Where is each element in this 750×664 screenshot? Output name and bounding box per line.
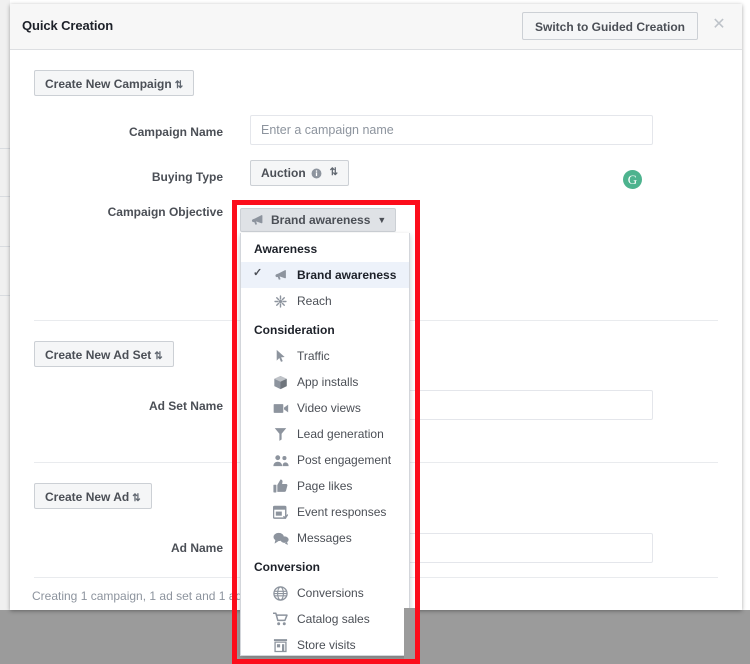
check-icon: ✓	[253, 267, 263, 279]
globe-icon	[272, 585, 289, 601]
background-rule	[0, 295, 10, 296]
megaphone-icon	[272, 269, 289, 281]
create-new-ad-set-label: Create New Ad Set	[45, 348, 152, 362]
background-rule	[0, 246, 10, 247]
create-new-ad-button[interactable]: Create New Ad ⇅	[34, 483, 152, 509]
ad-name-label: Ad Name	[170, 541, 223, 555]
scrollbar-thumb[interactable]	[404, 608, 416, 664]
dropdown-item-label: Conversions	[297, 586, 364, 600]
campaign-name-label: Campaign Name	[128, 125, 223, 139]
campaign-objective-value: Brand awareness	[271, 213, 371, 227]
create-new-ad-label: Create New Ad	[45, 490, 130, 504]
dropdown-item-label: Store visits	[297, 638, 356, 652]
dropdown-item-label: Brand awareness	[297, 268, 397, 282]
create-new-ad-set-button[interactable]: Create New Ad Set ⇅	[34, 341, 174, 367]
background-rule	[0, 148, 10, 149]
dropdown-item-conversions[interactable]: Conversions	[241, 580, 409, 606]
thumbs-up-icon	[272, 479, 289, 493]
calendar-icon	[272, 505, 289, 520]
campaign-objective-dropdown[interactable]: Awareness ✓ Brand awareness Reach Considerat…	[240, 233, 410, 656]
dropdown-group-header: Conversion	[254, 560, 321, 574]
cursor-arrow-icon	[272, 349, 289, 363]
dropdown-group-header: Consideration	[254, 323, 335, 337]
megaphone-icon	[250, 214, 264, 226]
reach-burst-icon	[272, 294, 289, 309]
dropdown-item-post-engagement[interactable]: Post engagement	[241, 447, 409, 473]
dropdown-item-traffic[interactable]: Traffic	[241, 343, 409, 369]
dropdown-item-label: Lead generation	[297, 427, 384, 441]
page-title: Quick Creation	[22, 18, 114, 33]
ad-set-name-label: Ad Set Name	[148, 399, 223, 413]
dropdown-item-label: Event responses	[297, 505, 387, 519]
close-icon[interactable]: ✕	[710, 16, 728, 34]
shopping-cart-icon	[272, 612, 289, 626]
grammarly-icon[interactable]: G	[623, 170, 642, 189]
campaign-name-input[interactable]	[250, 115, 653, 145]
dropdown-item-label: Messages	[297, 531, 352, 545]
modal-header: Quick Creation Switch to Guided Creation…	[10, 4, 742, 50]
people-icon	[272, 454, 289, 467]
campaign-objective-label: Campaign Objective	[107, 205, 223, 219]
updown-icon: ⇅	[329, 167, 339, 178]
background-rule	[0, 196, 10, 197]
buying-type-label: Buying Type	[151, 170, 223, 184]
background-page-strip	[0, 0, 10, 610]
create-new-campaign-button[interactable]: Create New Campaign ⇅	[34, 70, 195, 96]
dropdown-item-label: Traffic	[297, 349, 330, 363]
buying-type-select[interactable]: Auction ⇅	[250, 160, 350, 186]
updown-icon: ⇅	[154, 351, 163, 362]
dropdown-item-label: Post engagement	[297, 453, 392, 467]
dropdown-item-catalog-sales[interactable]: Catalog sales	[241, 606, 409, 632]
dropdown-group-header: Awareness	[254, 242, 318, 256]
campaign-objective-select[interactable]: Brand awareness ▼	[240, 208, 397, 232]
dropdown-item-store-visits[interactable]: Store visits	[241, 632, 409, 655]
dropdown-item-messages[interactable]: Messages	[241, 525, 409, 551]
chat-bubbles-icon	[272, 532, 289, 545]
chevron-down-icon: ▼	[377, 215, 387, 225]
buying-type-value: Auction	[261, 166, 306, 180]
updown-icon: ⇅	[174, 80, 184, 91]
dropdown-item-label: Catalog sales	[297, 612, 370, 626]
dropdown-item-page-likes[interactable]: Page likes	[241, 473, 409, 499]
video-camera-icon	[272, 403, 289, 414]
updown-icon: ⇅	[132, 493, 141, 504]
dropdown-item-reach[interactable]: Reach	[241, 288, 409, 314]
create-new-campaign-label: Create New Campaign	[45, 77, 172, 91]
dropdown-item-video-views[interactable]: Video views	[241, 395, 409, 421]
dropdown-item-label: Reach	[297, 294, 332, 308]
dropdown-item-event-responses[interactable]: Event responses	[241, 499, 409, 525]
funnel-icon	[272, 427, 289, 442]
dropdown-item-brand-awareness[interactable]: ✓ Brand awareness	[241, 262, 409, 288]
storefront-icon	[272, 638, 289, 653]
dropdown-item-app-installs[interactable]: App installs	[241, 369, 409, 395]
dropdown-item-lead-generation[interactable]: Lead generation	[241, 421, 409, 447]
dropdown-item-label: Video views	[297, 401, 361, 415]
creation-status-text: Creating 1 campaign, 1 ad set and 1 ad	[32, 589, 243, 603]
box-icon	[272, 375, 289, 390]
switch-to-guided-creation-button[interactable]: Switch to Guided Creation	[521, 12, 698, 40]
dropdown-item-label: Page likes	[297, 479, 353, 493]
dropdown-item-label: App installs	[297, 375, 359, 389]
info-icon[interactable]	[311, 168, 322, 179]
